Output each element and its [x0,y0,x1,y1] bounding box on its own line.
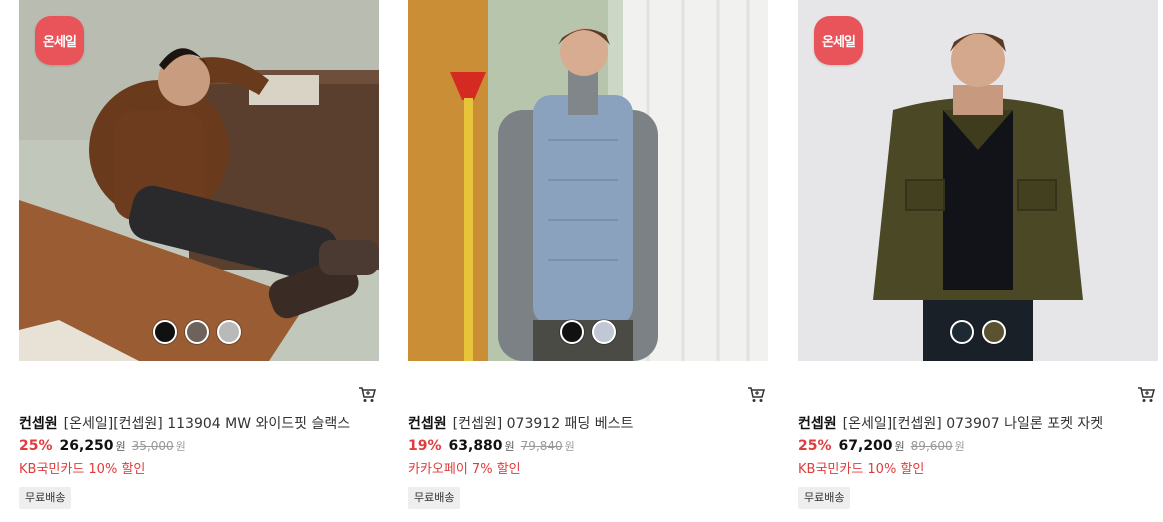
product-name: [컨셉원] 073912 패딩 베스트 [452,416,634,432]
cart-icon[interactable] [1136,384,1156,404]
product-photo-illustration [408,0,768,361]
product-name: [온세일][컨셉원] 113904 MW 와이드핏 슬랙스 [63,416,351,432]
free-shipping-tag: 무료배송 [19,487,72,509]
color-swatches [153,320,241,344]
original-price: 89,600 [910,439,953,453]
original-currency-unit: 원 [564,440,575,453]
brand-name: 컨셉원 [798,416,837,432]
color-swatch-light-gray[interactable] [217,320,241,344]
discount-rate: 19% [408,438,442,454]
product-image[interactable]: 온세일 [19,0,379,361]
color-swatch-light-blue[interactable] [592,320,616,344]
cart-icon[interactable] [357,384,377,404]
product-title[interactable]: 컨셉원 [컨셉원] 073912 패딩 베스트 [408,413,633,433]
sale-price: 26,250 [59,438,114,454]
free-shipping-tag: 무료배송 [408,487,461,509]
product-title[interactable]: 컨셉원 [온세일][컨셉원] 073907 나일론 포켓 자켓 [798,413,1103,433]
cart-icon[interactable] [746,384,766,404]
original-currency-unit: 원 [954,440,965,453]
original-price: 35,000 [131,439,174,453]
product-card[interactable]: 컨셉원 [컨셉원] 073912 패딩 베스트 19% 63,880 원 79,8… [408,0,768,522]
color-swatch-brown-gray[interactable] [185,320,209,344]
sale-price: 67,200 [838,438,893,454]
on-sale-badge: 온세일 [35,16,84,65]
promo-text: 카카오페이 7% 할인 [408,462,521,477]
price-row: 19% 63,880 원 79,840 원 [408,438,575,454]
free-shipping-tag: 무료배송 [798,487,851,509]
price-row: 25% 26,250 원 35,000 원 [19,438,186,454]
color-swatches [950,320,1006,344]
sale-price: 63,880 [448,438,503,454]
discount-rate: 25% [19,438,53,454]
currency-unit: 원 [504,440,515,453]
product-image[interactable] [408,0,768,361]
product-title[interactable]: 컨셉원 [온세일][컨셉원] 113904 MW 와이드핏 슬랙스 [19,413,350,433]
product-card[interactable]: 온세일 컨셉원 [온세일][컨셉원] 073907 나일론 포켓 자켓 25% 6… [798,0,1158,522]
original-currency-unit: 원 [175,440,186,453]
brand-name: 컨셉원 [408,416,447,432]
original-price: 79,840 [520,439,563,453]
product-name: [온세일][컨셉원] 073907 나일론 포켓 자켓 [842,416,1104,432]
color-swatches [560,320,616,344]
color-swatch-navy[interactable] [950,320,974,344]
currency-unit: 원 [115,440,126,453]
discount-rate: 25% [798,438,832,454]
brand-name: 컨셉원 [19,416,58,432]
currency-unit: 원 [894,440,905,453]
color-swatch-black[interactable] [153,320,177,344]
color-swatch-black[interactable] [560,320,584,344]
on-sale-badge: 온세일 [814,16,863,65]
product-image[interactable]: 온세일 [798,0,1158,361]
promo-text: KB국민카드 10% 할인 [798,462,925,477]
color-swatch-olive[interactable] [982,320,1006,344]
promo-text: KB국민카드 10% 할인 [19,462,146,477]
price-row: 25% 67,200 원 89,600 원 [798,438,965,454]
product-card[interactable]: 온세일 컨셉원 [온세일][컨셉원] 113904 MW 와이드핏 슬랙스 25%… [19,0,379,522]
